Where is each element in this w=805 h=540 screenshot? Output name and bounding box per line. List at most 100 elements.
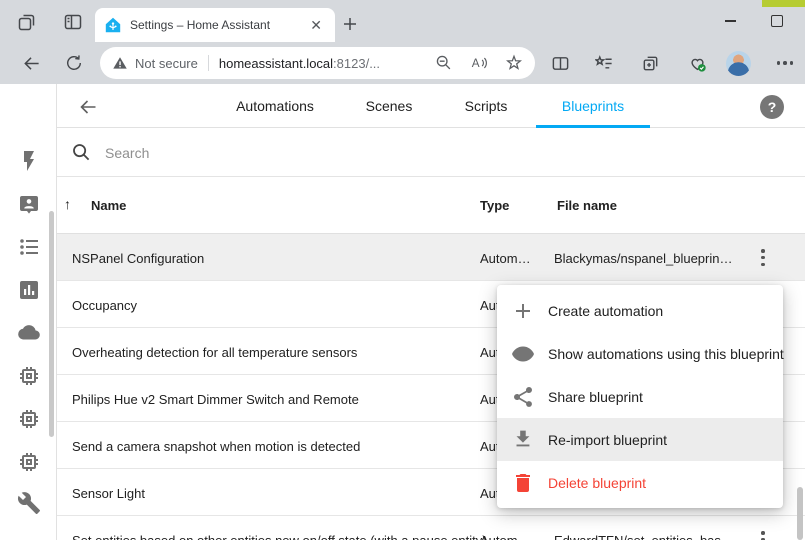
menu-item-create-automation[interactable]: Create automation bbox=[497, 289, 783, 332]
zoom-out-icon[interactable] bbox=[435, 54, 453, 72]
menu-item-reimport-blueprint[interactable]: Re-import blueprint bbox=[497, 418, 783, 461]
row-name: Occupancy bbox=[72, 298, 137, 313]
row-type: Autom… bbox=[480, 533, 531, 540]
sidebar-scrollbar[interactable] bbox=[49, 211, 54, 437]
todo-list-icon[interactable] bbox=[17, 235, 41, 259]
plus-icon bbox=[511, 299, 535, 323]
row-name: NSPanel Configuration bbox=[72, 251, 204, 266]
cloud-icon[interactable] bbox=[17, 321, 41, 345]
security-label: Not secure bbox=[135, 56, 198, 71]
plus-icon bbox=[342, 16, 358, 32]
search-input[interactable] bbox=[103, 139, 487, 167]
split-screen-icon bbox=[551, 54, 570, 73]
column-type[interactable]: Type bbox=[480, 198, 509, 213]
analytics-icon[interactable] bbox=[17, 278, 41, 302]
address-bar[interactable]: Not secure homeassistant.local :8123/...… bbox=[100, 47, 535, 79]
maximize-icon bbox=[771, 15, 783, 27]
browser-chrome: Settings – Home Assistant ✕ bbox=[0, 0, 805, 84]
row-file: Blackymas/nspanel_blueprin… bbox=[554, 251, 732, 266]
chip-icon-3[interactable] bbox=[17, 450, 41, 474]
back-button[interactable] bbox=[18, 50, 44, 76]
download-icon bbox=[511, 428, 535, 452]
divider bbox=[208, 55, 209, 71]
tab-blueprints[interactable]: Blueprints bbox=[562, 98, 624, 114]
heart-pulse-icon bbox=[688, 54, 707, 73]
collections-button[interactable] bbox=[591, 50, 617, 76]
column-name[interactable]: Name bbox=[91, 198, 126, 213]
svg-text:A: A bbox=[472, 57, 480, 70]
search-icon bbox=[71, 142, 91, 162]
row-overflow-menu-icon[interactable] bbox=[756, 249, 770, 266]
menu-item-show-automations[interactable]: Show automations using this blueprint bbox=[497, 332, 783, 375]
menu-item-label: Share blueprint bbox=[548, 389, 643, 405]
favorite-star-icon[interactable] bbox=[505, 54, 523, 72]
menu-item-label: Show automations using this blueprint bbox=[548, 346, 784, 362]
search-row bbox=[57, 128, 805, 177]
back-icon bbox=[22, 54, 41, 73]
new-tab-button[interactable] bbox=[338, 12, 362, 36]
blueprint-context-menu: Create automation Show automations using… bbox=[497, 285, 783, 508]
table-row[interactable]: NSPanel Configuration Autom… Blackymas/n… bbox=[57, 234, 805, 281]
url-host: homeassistant.local bbox=[219, 56, 333, 71]
read-aloud-icon[interactable]: A bbox=[470, 54, 488, 72]
row-name: Sensor Light bbox=[72, 486, 145, 501]
vertical-tabs-button[interactable] bbox=[60, 10, 86, 34]
sort-arrow-icon[interactable]: ↑ bbox=[64, 196, 71, 212]
row-file: EdwardTFN/set_entities_bas… bbox=[554, 533, 734, 540]
flash-icon[interactable] bbox=[17, 149, 41, 173]
tab-scripts[interactable]: Scripts bbox=[465, 98, 508, 114]
menu-item-delete-blueprint[interactable]: Delete blueprint bbox=[497, 461, 783, 504]
menu-item-share-blueprint[interactable]: Share blueprint bbox=[497, 375, 783, 418]
table-header: ↑ Name Type File name bbox=[57, 177, 805, 234]
close-tab-icon[interactable]: ✕ bbox=[307, 17, 325, 34]
browser-toolbar: Not secure homeassistant.local :8123/...… bbox=[0, 42, 805, 84]
trash-icon bbox=[511, 471, 535, 495]
row-overflow-menu-icon[interactable] bbox=[756, 531, 770, 540]
menu-item-label: Delete blueprint bbox=[548, 475, 646, 491]
page-scrollbar[interactable] bbox=[797, 487, 803, 540]
browser-tab[interactable]: Settings – Home Assistant ✕ bbox=[95, 8, 335, 42]
avatar bbox=[726, 51, 751, 76]
chip-icon-2[interactable] bbox=[17, 407, 41, 431]
screenshot-root: Settings – Home Assistant ✕ bbox=[0, 0, 805, 540]
chip-icon-1[interactable] bbox=[17, 364, 41, 388]
row-name: Send a camera snapshot when motion is de… bbox=[72, 439, 360, 454]
not-secure-warning-icon bbox=[112, 55, 128, 71]
minimize-icon bbox=[725, 20, 736, 22]
split-screen-button[interactable] bbox=[547, 50, 573, 76]
wrench-icon[interactable] bbox=[17, 491, 41, 515]
home-assistant-favicon bbox=[105, 17, 121, 33]
profile-avatar[interactable] bbox=[725, 50, 751, 76]
add-to-collection-button[interactable] bbox=[637, 50, 663, 76]
copy-add-icon bbox=[641, 54, 660, 73]
refresh-button[interactable] bbox=[61, 50, 87, 76]
share-icon bbox=[511, 385, 535, 409]
tab-automations[interactable]: Automations bbox=[236, 98, 314, 114]
url-path: :8123/... bbox=[333, 56, 380, 71]
column-file[interactable]: File name bbox=[557, 198, 617, 213]
help-button[interactable]: ? bbox=[760, 95, 784, 119]
browser-settings-button[interactable] bbox=[772, 50, 798, 76]
tab-stacks-button[interactable] bbox=[14, 10, 40, 34]
more-options-icon bbox=[777, 61, 794, 65]
vertical-tabs-icon bbox=[63, 12, 83, 32]
tab-stacks-icon bbox=[17, 12, 37, 32]
menu-item-label: Create automation bbox=[548, 303, 663, 319]
refresh-icon bbox=[65, 54, 83, 72]
collections-icon bbox=[595, 54, 614, 73]
back-arrow-icon bbox=[78, 97, 98, 117]
eye-icon bbox=[511, 342, 535, 366]
window-minimize-button[interactable] bbox=[715, 8, 745, 34]
menu-item-label: Re-import blueprint bbox=[548, 432, 667, 448]
row-name: Philips Hue v2 Smart Dimmer Switch and R… bbox=[72, 392, 359, 407]
voice-assistant-icon[interactable] bbox=[17, 192, 41, 216]
row-name: Set entities based on other entities new… bbox=[72, 533, 487, 540]
window-maximize-button[interactable] bbox=[762, 8, 792, 34]
browser-essentials-button[interactable] bbox=[684, 50, 710, 76]
desktop-edge-strip bbox=[762, 0, 805, 7]
tab-scenes[interactable]: Scenes bbox=[366, 98, 413, 114]
ha-back-button[interactable] bbox=[76, 95, 100, 119]
row-type: Autom… bbox=[480, 251, 531, 266]
tab-title: Settings – Home Assistant bbox=[130, 18, 307, 32]
table-row[interactable]: Set entities based on other entities new… bbox=[57, 516, 805, 540]
